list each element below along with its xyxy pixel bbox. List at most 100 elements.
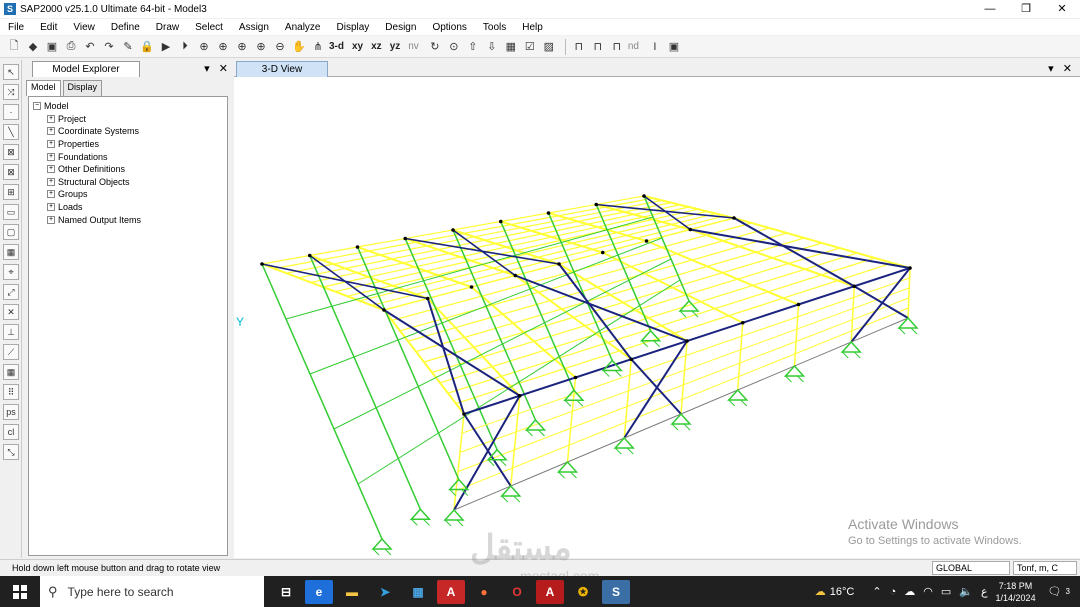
frame-icon[interactable]: ⊓ xyxy=(571,39,587,55)
section-icon[interactable]: I xyxy=(647,39,663,55)
select-previous-icon[interactable]: ps xyxy=(3,404,19,420)
collapse-icon[interactable]: − xyxy=(33,102,41,111)
menu-display[interactable]: Display xyxy=(337,22,370,33)
onedrive-icon[interactable]: ☁ xyxy=(904,585,915,598)
store-icon[interactable]: ▦ xyxy=(404,580,432,604)
move-up-icon[interactable]: ⇧ xyxy=(465,39,481,55)
close-view-icon[interactable]: ✕ xyxy=(1063,63,1072,75)
menu-file[interactable]: File xyxy=(8,22,24,33)
menu-tools[interactable]: Tools xyxy=(483,22,506,33)
clear-selection-icon[interactable]: cl xyxy=(3,424,19,440)
notifications-icon[interactable]: 🗨 xyxy=(1048,585,1062,598)
wifi-icon[interactable]: ◠ xyxy=(923,585,933,598)
menu-assign[interactable]: Assign xyxy=(239,22,269,33)
undo-icon[interactable]: ↶ xyxy=(82,39,98,55)
new-file-icon[interactable]: 🗋 xyxy=(6,39,22,55)
pan-icon[interactable]: ✋ xyxy=(291,39,307,55)
rotate-icon[interactable]: ↻ xyxy=(427,39,443,55)
expand-icon[interactable]: + xyxy=(47,203,55,212)
view-nv-button[interactable]: nv xyxy=(408,41,419,52)
snap-joints-icon[interactable]: ⌖ xyxy=(3,264,19,280)
tree-item-foundations[interactable]: + Foundations xyxy=(33,150,223,163)
task-view-icon[interactable]: ⊟ xyxy=(272,580,300,604)
select-all-icon[interactable]: ⠿ xyxy=(3,384,19,400)
pointer-icon[interactable]: ↖ xyxy=(3,64,19,80)
view-3d-button[interactable]: 3-d xyxy=(329,41,344,52)
tree-root-model[interactable]: − Model xyxy=(33,100,223,113)
snap-lines-icon[interactable]: ⟋ xyxy=(3,344,19,360)
volume-icon[interactable]: 🔈 xyxy=(959,585,973,598)
expand-icon[interactable]: + xyxy=(47,114,55,123)
frame-braced-icon[interactable]: ⊓ xyxy=(590,39,606,55)
clock[interactable]: 7:18 PM 1/14/2024 xyxy=(996,580,1036,604)
tree-item-loads[interactable]: + Loads xyxy=(33,201,223,214)
view-yz-button[interactable]: yz xyxy=(390,41,401,52)
frame-truss-icon[interactable]: ⊓ xyxy=(609,39,625,55)
run-now-icon[interactable]: ⏵ xyxy=(177,39,193,55)
move-down-icon[interactable]: ⇩ xyxy=(484,39,500,55)
close-button[interactable]: ✕ xyxy=(1044,0,1080,18)
run-analysis-icon[interactable]: ▶ xyxy=(158,39,174,55)
zoom-full-icon[interactable]: ⊕ xyxy=(234,39,250,55)
menu-help[interactable]: Help xyxy=(522,22,543,33)
autocad-icon[interactable]: A xyxy=(437,579,465,604)
display-icon[interactable]: ▣ xyxy=(666,39,682,55)
medal-icon[interactable]: ✪ xyxy=(569,580,597,604)
expand-icon[interactable]: + xyxy=(47,127,55,136)
tree-item-coordinate-systems[interactable]: + Coordinate Systems xyxy=(33,125,223,138)
menu-design[interactable]: Design xyxy=(385,22,416,33)
draw-rect-area-icon[interactable]: ▢ xyxy=(3,224,19,240)
view-xy-button[interactable]: xy xyxy=(352,41,363,52)
menu-edit[interactable]: Edit xyxy=(40,22,57,33)
autocad-2-icon[interactable]: A xyxy=(536,579,564,604)
menu-options[interactable]: Options xyxy=(432,22,466,33)
expand-icon[interactable]: + xyxy=(47,165,55,174)
network-icon[interactable]: ◔ xyxy=(890,586,897,598)
maximize-button[interactable]: ❐ xyxy=(1008,0,1044,18)
tab-model[interactable]: Model xyxy=(26,80,61,96)
nd-button[interactable]: nd xyxy=(628,41,639,52)
dropdown-icon[interactable]: ▾ xyxy=(1048,63,1054,75)
dropdown-icon[interactable]: ▾ xyxy=(204,63,210,75)
draw-brace-icon[interactable]: ⊠ xyxy=(3,164,19,180)
tree-item-properties[interactable]: + Properties xyxy=(33,138,223,151)
tab-display[interactable]: Display xyxy=(62,80,103,96)
minimize-button[interactable]: — xyxy=(972,0,1008,18)
expand-icon[interactable]: + xyxy=(47,140,55,149)
save-icon[interactable]: ▣ xyxy=(44,39,60,55)
draw-area-icon[interactable]: ▭ xyxy=(3,204,19,220)
reshape-icon[interactable]: ⤨ xyxy=(3,84,19,100)
tree-item-other-definitions[interactable]: + Other Definitions xyxy=(33,163,223,176)
sap2000-taskbar-icon[interactable]: S xyxy=(602,579,630,604)
coordinate-system-select[interactable]: GLOBAL xyxy=(932,561,1010,575)
weather-temp[interactable]: 16°C xyxy=(830,586,855,598)
zoom-window-icon[interactable]: ⊕ xyxy=(196,39,212,55)
tree-item-project[interactable]: + Project xyxy=(33,113,223,126)
menu-select[interactable]: Select xyxy=(195,22,223,33)
check-icon[interactable]: ☑ xyxy=(522,39,538,55)
lock-icon[interactable]: 🔒 xyxy=(139,39,155,55)
menu-define[interactable]: Define xyxy=(111,22,140,33)
quick-draw-frame-icon[interactable]: ⊠ xyxy=(3,144,19,160)
zoom-in-icon[interactable]: ⊕ xyxy=(253,39,269,55)
redo-icon[interactable]: ↷ xyxy=(101,39,117,55)
pointer-options-icon[interactable]: ⋔ xyxy=(310,39,326,55)
units-select[interactable]: Tonf, m, C xyxy=(1013,561,1077,575)
view-xz-button[interactable]: xz xyxy=(371,41,382,52)
tree-item-structural-objects[interactable]: + Structural Objects xyxy=(33,176,223,189)
close-panel-icon[interactable]: ✕ xyxy=(219,63,228,75)
options-icon[interactable]: ▨ xyxy=(541,39,557,55)
menu-analyze[interactable]: Analyze xyxy=(285,22,321,33)
edge-icon[interactable]: e xyxy=(305,579,333,604)
tree-item-groups[interactable]: + Groups xyxy=(33,188,223,201)
opera-icon[interactable]: O xyxy=(503,580,531,604)
perspective-icon[interactable]: ⊙ xyxy=(446,39,462,55)
firefox-icon[interactable]: ● xyxy=(470,580,498,604)
tab-3d-view[interactable]: 3-D View xyxy=(236,61,328,77)
zoom-out-icon[interactable]: ⊖ xyxy=(272,39,288,55)
tree-item-named-output-items[interactable]: + Named Output Items xyxy=(33,213,223,226)
menu-draw[interactable]: Draw xyxy=(156,22,179,33)
get-previous-icon[interactable]: ⤡ xyxy=(3,444,19,460)
open-file-icon[interactable]: ◆ xyxy=(25,39,41,55)
draw-joint-icon[interactable]: · xyxy=(3,104,19,120)
